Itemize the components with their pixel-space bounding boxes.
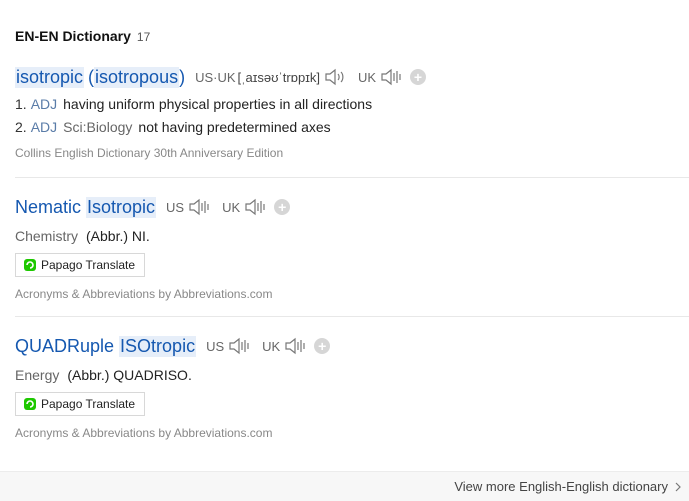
dictionary-panel: EN-EN Dictionary 17 isotropic ( isotropo… xyxy=(0,0,689,501)
add-to-wordbook-icon[interactable]: + xyxy=(314,338,331,354)
headword-highlight: ISOtropic xyxy=(119,335,197,357)
category-label: Chemistry xyxy=(15,228,79,244)
entry-headline: Nematic Isotropic US UK + xyxy=(15,194,689,220)
entry-nematic-isotropic: Nematic Isotropic US UK + Chemistry (Abb… xyxy=(15,194,689,301)
us-label: US xyxy=(166,199,185,215)
speaker-icon[interactable] xyxy=(324,68,348,86)
view-more-link[interactable]: View more English-English dictionary xyxy=(454,479,681,494)
abbreviation-text: (Abbr.) QUADRISO. xyxy=(67,367,192,383)
entry-isotropic: isotropic ( isotropous ) US·UK [ˌaɪsəʊˈt… xyxy=(15,64,689,160)
speaker-icon[interactable] xyxy=(228,337,252,355)
view-more-label: View more English-English dictionary xyxy=(454,479,668,494)
headword-variant: isotropous xyxy=(94,66,180,88)
headword-text: Nematic xyxy=(15,196,82,217)
sense-definition: not having predetermined axes xyxy=(138,119,331,135)
speaker-icon[interactable] xyxy=(244,198,268,216)
papago-icon xyxy=(24,259,36,271)
entry-quadruple-isotropic: QUADRuple ISOtropic US UK + Energy (Abbr… xyxy=(15,333,689,440)
category-line: Chemistry (Abbr.) NI. xyxy=(15,228,689,244)
add-to-wordbook-icon[interactable]: + xyxy=(274,199,291,215)
sense-row: 1. ADJ having uniform physical propertie… xyxy=(15,96,689,113)
phonetic-region-label: US·UK xyxy=(195,69,236,85)
category-line: Energy (Abbr.) QUADRISO. xyxy=(15,367,689,383)
speaker-icon[interactable] xyxy=(188,198,212,216)
papago-translate-label: Papago Translate xyxy=(41,258,136,272)
dictionary-title: EN-EN Dictionary xyxy=(15,28,131,44)
papago-translate-button[interactable]: Papago Translate xyxy=(15,392,146,416)
source-attribution: Collins English Dictionary 30th Annivers… xyxy=(15,146,284,160)
sense-number: 1. xyxy=(15,96,27,112)
add-to-wordbook-icon[interactable]: + xyxy=(410,69,426,85)
headword-link[interactable]: Nematic Isotropic xyxy=(15,196,157,218)
category-label: Energy xyxy=(15,367,60,383)
abbreviation-text: (Abbr.) NI. xyxy=(86,228,150,244)
uk-label: UK xyxy=(262,338,281,354)
divider xyxy=(15,316,689,317)
papago-translate-button[interactable]: Papago Translate xyxy=(15,253,146,277)
footer-bar: View more English-English dictionary xyxy=(0,471,689,501)
source-attribution: Acronyms & Abbreviations by Abbreviation… xyxy=(15,426,273,440)
sense-definition: having uniform physical properties in al… xyxy=(63,96,373,112)
divider xyxy=(15,177,689,178)
headword-text: QUADRuple xyxy=(15,335,115,356)
entry-headline: isotropic ( isotropous ) US·UK [ˌaɪsəʊˈt… xyxy=(15,64,689,90)
part-of-speech: ADJ xyxy=(30,119,58,135)
uk-label: UK xyxy=(357,69,376,85)
headword-highlight: Isotropic xyxy=(86,196,157,218)
headword-link[interactable]: QUADRuple ISOtropic xyxy=(15,335,197,357)
sense-number: 2. xyxy=(15,119,27,135)
phonetic-transcription: [ˌaɪsəʊˈtrɒpɪk] xyxy=(237,69,320,85)
subject-field: Sci:Biology xyxy=(63,119,133,135)
us-label: US xyxy=(206,338,225,354)
sense-row: 2. ADJ Sci:Biology not having predetermi… xyxy=(15,119,689,136)
source-attribution: Acronyms & Abbreviations by Abbreviation… xyxy=(15,287,273,301)
speaker-icon[interactable] xyxy=(380,68,404,86)
chevron-right-icon xyxy=(675,482,681,491)
papago-translate-label: Papago Translate xyxy=(41,397,136,411)
headword-text: isotropic xyxy=(15,66,85,88)
papago-icon xyxy=(24,398,36,410)
part-of-speech: ADJ xyxy=(30,96,58,112)
result-count: 17 xyxy=(136,30,151,44)
headword-variant-close: ) xyxy=(179,66,186,87)
dictionary-header: EN-EN Dictionary 17 xyxy=(15,28,150,44)
uk-label: UK xyxy=(222,199,241,215)
speaker-icon[interactable] xyxy=(284,337,308,355)
headword-link[interactable]: isotropic ( isotropous ) xyxy=(15,66,186,88)
entry-headline: QUADRuple ISOtropic US UK + xyxy=(15,333,689,359)
